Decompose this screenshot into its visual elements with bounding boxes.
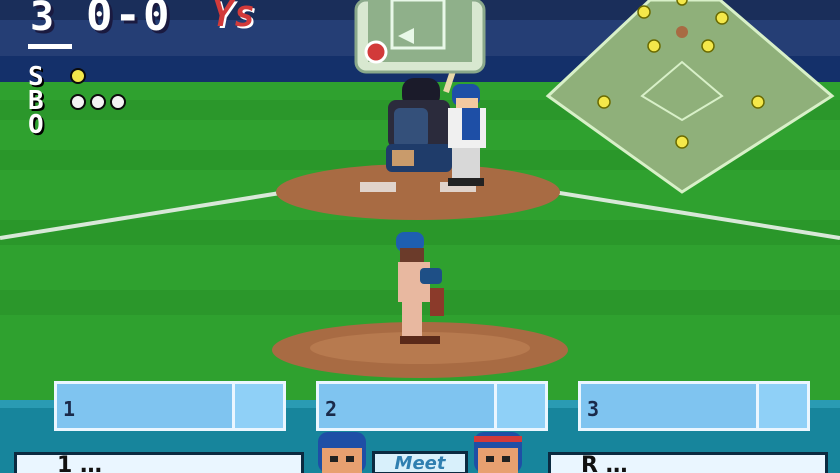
fielder-marker-icon <box>701 39 715 53</box>
slot-button[interactable] <box>494 384 545 428</box>
pitcher-name-plate: R … <box>548 452 828 473</box>
game-screen: 3 0-0 Ys S B O 1 2 3 1 … Meet R … <box>0 0 840 473</box>
batter-name-plate: 1 … <box>14 452 304 473</box>
inning-number: 3 <box>30 0 55 40</box>
fielder-marker-icon <box>676 0 688 6</box>
count-dot-icon <box>110 94 126 110</box>
ball-count <box>70 94 126 110</box>
fielder-marker-icon <box>751 95 765 109</box>
out-label: O <box>28 110 44 140</box>
slot-button[interactable] <box>756 384 807 428</box>
pitcher-name: R … <box>581 453 628 473</box>
inning-underline <box>28 44 72 49</box>
pitcher-face <box>474 432 522 473</box>
slot-label: 1 <box>63 397 76 421</box>
home-plate-dirt <box>276 164 560 220</box>
strike-zone-monitor <box>354 0 486 74</box>
batter-name: 1 … <box>57 453 102 473</box>
pitch-marker-icon <box>364 40 388 64</box>
count-dot-icon <box>70 94 86 110</box>
fielder-marker-icon <box>637 5 651 19</box>
batting-mode-label: Meet <box>394 453 446 473</box>
fielder-marker-icon <box>647 39 661 53</box>
team-logo: Ys <box>212 0 256 35</box>
action-slot-3[interactable]: 3 <box>578 381 810 431</box>
strike-count <box>70 68 86 84</box>
count-dot-icon <box>90 94 106 110</box>
action-slot-1[interactable]: 1 <box>54 381 286 431</box>
slot-label: 3 <box>587 397 600 421</box>
batting-mode-meet[interactable]: Meet <box>372 451 468 473</box>
action-slot-2[interactable]: 2 <box>316 381 548 431</box>
slot-label: 2 <box>325 397 338 421</box>
fielder-marker-icon <box>597 95 611 109</box>
fielder-marker-icon <box>675 135 689 149</box>
slot-button[interactable] <box>232 384 283 428</box>
score-display: 0-0 <box>86 0 172 41</box>
fielder-marker-icon <box>715 11 729 25</box>
count-dot-icon <box>70 68 86 84</box>
batter-face <box>318 432 366 473</box>
